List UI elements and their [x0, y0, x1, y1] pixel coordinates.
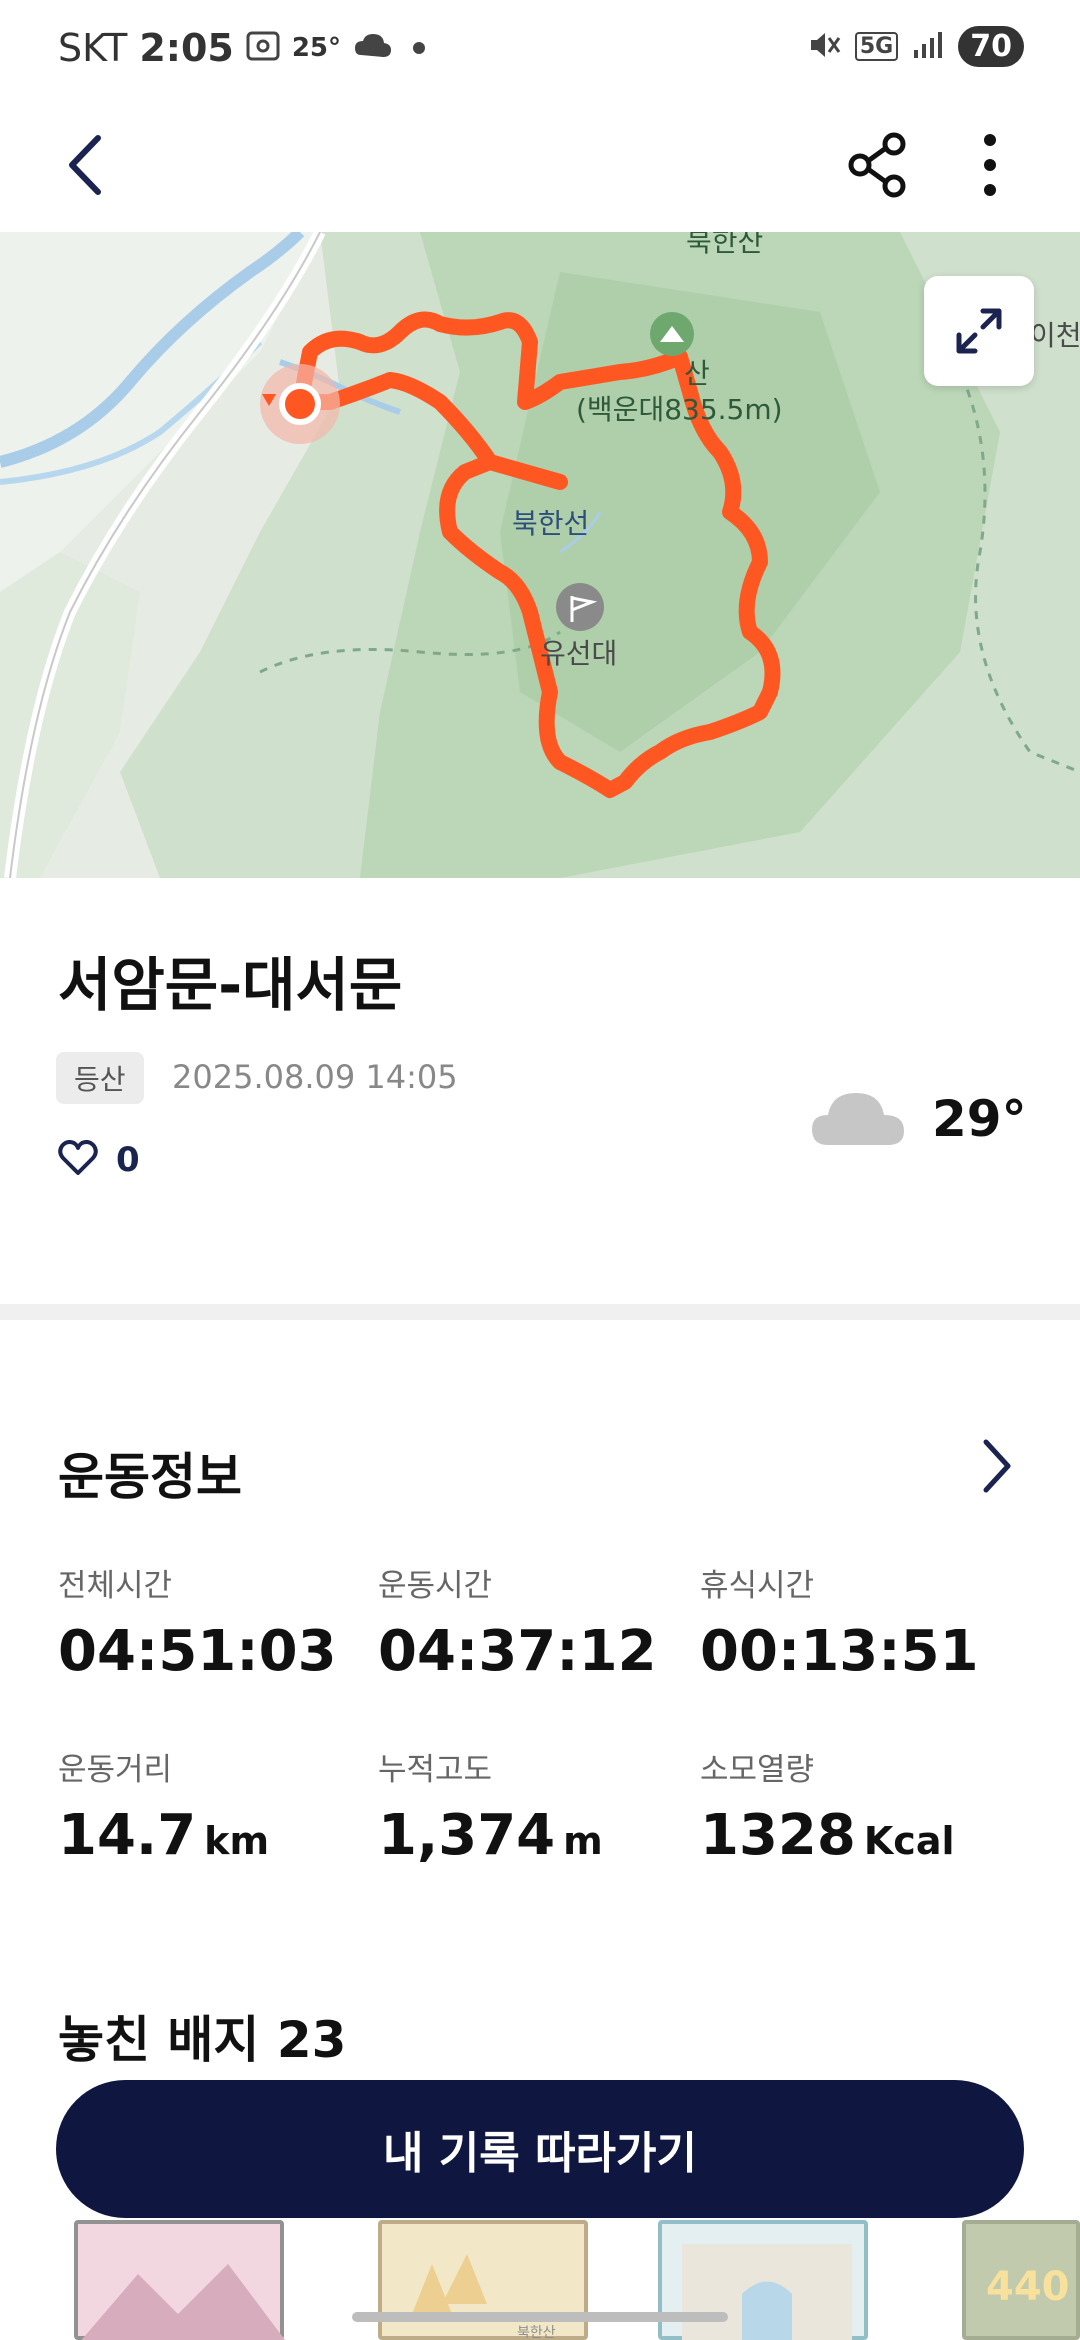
stat-value: 00:13:51 — [700, 1619, 979, 1684]
map-label-yuseondae: 유선대 — [540, 637, 618, 670]
stat-rest-time: 휴식시간 00:13:51 — [700, 1560, 979, 1684]
like-row[interactable]: 0 — [58, 1140, 140, 1180]
badge-caption: 북한산 — [517, 2325, 556, 2340]
app-header — [0, 100, 1080, 232]
map-label-peak-line1: 산 — [684, 357, 710, 390]
battery-indicator: 70 — [958, 26, 1024, 67]
carrier-label: SKT — [58, 26, 128, 70]
stat-total-time: 전체시간 04:51:03 — [58, 1560, 337, 1684]
clock: 2:05 — [139, 26, 234, 70]
record-date: 2025.08.09 14:05 — [172, 1058, 458, 1096]
expand-map-button[interactable] — [924, 276, 1034, 386]
map-canvas — [0, 232, 1080, 878]
stat-label: 누적고도 — [378, 1752, 493, 1788]
cloud-icon — [810, 1085, 906, 1153]
back-button[interactable] — [58, 130, 114, 200]
stat-distance: 운동거리 14.7 km — [58, 1744, 269, 1868]
share-icon — [848, 132, 906, 198]
home-indicator[interactable] — [352, 2312, 728, 2322]
like-count: 0 — [116, 1140, 140, 1180]
badge-caption: 440 — [986, 2264, 1070, 2310]
network-5g-icon: 5G — [854, 32, 899, 61]
exercise-info-detail-button[interactable] — [976, 1436, 1016, 1496]
badge-leaf-icon — [412, 2254, 487, 2314]
map-label-right-edge: 이천 — [1030, 319, 1080, 352]
status-bar: SKT 2:05 25° 5G 70 — [0, 0, 1080, 100]
screenshot-icon — [246, 26, 280, 70]
badge-thumbnail[interactable]: 북한산 — [378, 2220, 588, 2340]
badge-thumbnail[interactable]: 440 — [962, 2220, 1080, 2340]
activity-tag: 등산 — [56, 1052, 144, 1104]
notification-dot-icon — [413, 42, 426, 54]
stat-value: 1,374 m — [378, 1803, 603, 1868]
stat-value: 04:37:12 — [378, 1619, 657, 1684]
stat-label: 전체시간 — [58, 1568, 173, 1604]
weather-info: 29° — [810, 1085, 1027, 1153]
badge-gate-icon — [682, 2244, 852, 2340]
temperature-label: 25° — [291, 33, 342, 63]
expand-icon — [956, 308, 1002, 354]
map-label-peak-line2: (백운대835.5m) — [576, 393, 783, 426]
stat-label: 소모열량 — [700, 1752, 815, 1788]
start-marker — [279, 383, 321, 425]
stat-calories: 소모열량 1328 Kcal — [700, 1744, 955, 1868]
missed-badges-title: 놓친 배지 23 — [58, 2011, 347, 2069]
stat-value: 14.7 km — [58, 1803, 270, 1868]
stat-value: 1328 Kcal — [700, 1803, 955, 1868]
badge-thumbnail[interactable] — [74, 2220, 285, 2340]
stat-exercise-time: 운동시간 04:37:12 — [378, 1560, 657, 1684]
weather-temperature: 29° — [932, 1090, 1027, 1148]
signal-icon — [912, 30, 944, 64]
stat-label: 운동거리 — [58, 1752, 173, 1788]
stat-label: 운동시간 — [378, 1568, 493, 1604]
stat-elevation: 누적고도 1,374 m — [378, 1744, 603, 1868]
stat-value: 04:51:03 — [58, 1619, 337, 1684]
more-options-button[interactable] — [960, 130, 1020, 200]
exercise-info-title: 운동정보 — [58, 1448, 242, 1506]
heart-icon[interactable] — [58, 1140, 98, 1180]
map-label-top: 북한산 — [686, 232, 764, 258]
share-button[interactable] — [848, 130, 908, 200]
chevron-right-icon — [983, 1439, 1011, 1493]
mute-icon — [807, 28, 841, 66]
section-divider — [0, 1304, 1080, 1320]
weather-cloud-icon — [353, 26, 393, 70]
route-title: 서암문-대서문 — [58, 951, 403, 1019]
route-map[interactable]: 북한산 산 (백운대835.5m) 북한선 유선대 이천 — [0, 232, 1080, 878]
follow-my-record-button[interactable]: 내 기록 따라가기 — [56, 2080, 1024, 2218]
stat-label: 휴식시간 — [700, 1568, 815, 1604]
chevron-left-icon — [69, 135, 101, 195]
more-vertical-icon — [984, 134, 996, 196]
badge-thumbnail[interactable] — [658, 2220, 868, 2340]
badge-mountain-icon — [81, 2264, 285, 2340]
map-label-bukhanseon: 북한선 — [512, 507, 590, 540]
